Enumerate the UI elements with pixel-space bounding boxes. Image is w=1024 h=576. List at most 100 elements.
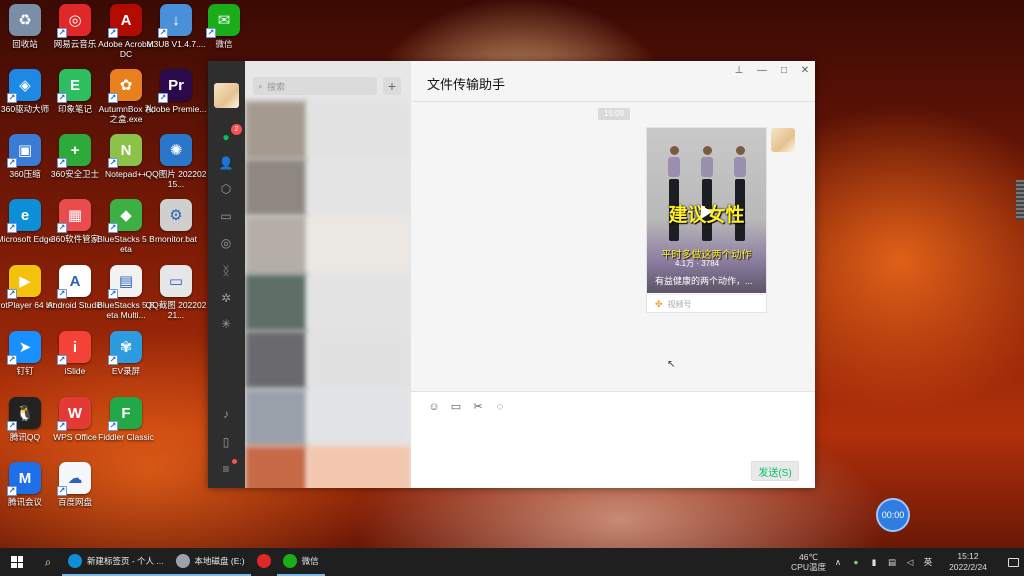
pin-icon[interactable]: ⊥ [732, 64, 746, 78]
shortcut-arrow-icon: ↗ [57, 355, 67, 365]
shortcut-arrow-icon: ↗ [7, 421, 17, 431]
taskbar-app-label: 微信 [301, 556, 319, 566]
netease-taskbar-icon [256, 554, 271, 568]
potplayer-icon: ▶ ↗ [7, 265, 41, 299]
taskbar-app[interactable]: 微信 [276, 548, 325, 576]
shortcut-arrow-icon: ↗ [57, 158, 67, 168]
chat-list [245, 101, 411, 488]
taskbar-app[interactable]: 新建标签页 - 个人 ... [62, 548, 170, 576]
video-source-bar: ✤ 视频号 [647, 294, 766, 313]
send-button[interactable]: 发送(S) [751, 461, 799, 481]
shortcut-arrow-icon: ↗ [108, 421, 118, 431]
play-icon[interactable] [701, 205, 712, 219]
search-icon: ⌕ [258, 80, 264, 91]
emoji-icon[interactable]: ☺ [427, 400, 441, 414]
shortcut-arrow-icon: ↗ [108, 223, 118, 233]
moments-nav-icon[interactable]: ◎ [218, 235, 234, 251]
cpu-temperature[interactable]: 46℃ CPU温度 [791, 552, 826, 572]
chat-title: 文件传输助手 [427, 77, 506, 92]
desktop-icon[interactable]: F ↗ Fiddler Classic [95, 397, 157, 459]
chat-panel: 文件传输助手 ⊥ — □ ✕ 15:09 建议女性 平时多做这两个动作 4.1万… [411, 61, 815, 488]
cpu-temp-value: 46℃ [799, 552, 819, 562]
chat-list-item[interactable] [245, 101, 411, 159]
notification-center-icon[interactable] [1002, 548, 1024, 576]
taskbar-apps: 新建标签页 - 个人 ... 本地磁盘 (E:) 微信 [62, 548, 325, 576]
minimize-button[interactable]: — [755, 64, 769, 78]
recording-timer[interactable]: 00:00 [876, 498, 910, 532]
channels-nav-icon[interactable]: ᛝ [218, 263, 234, 279]
ime-mode[interactable]: 英 [922, 556, 934, 568]
self-avatar[interactable] [771, 128, 795, 152]
favorites-nav-icon[interactable]: ⬡ [218, 181, 234, 197]
menu-nav-icon[interactable]: ≡ [218, 459, 237, 477]
tray-app-icon[interactable]: ● [850, 557, 862, 567]
close-button[interactable]: ✕ [798, 64, 812, 78]
desktop-icon[interactable]: Pr ↗ Adobe Premie... [145, 69, 207, 131]
shortcut-arrow-icon: ↗ [7, 355, 17, 365]
channels-video-message[interactable]: 建议女性 平时多做这两个动作 4.1万 · 3784 有益健康的两个动作，...… [646, 127, 767, 313]
notepadpp-icon: N ↗ [108, 134, 142, 168]
volume-icon[interactable]: ◁ [904, 557, 916, 568]
folder-icon[interactable]: ▭ [449, 400, 463, 414]
taskbar-search-icon[interactable]: ⌕ [34, 548, 62, 576]
message-input-area[interactable]: ☺ ▭ ✂ ◌ 发送(S) [411, 391, 815, 488]
clock-time: 15:12 [957, 551, 979, 561]
start-button[interactable] [0, 548, 34, 576]
microphone-icon[interactable]: ▮ [868, 557, 880, 568]
shortcut-arrow-icon: ↗ [7, 223, 17, 233]
desktop-icon[interactable]: ☁ ↗ 百度网盘 [44, 462, 106, 524]
taskbar-clock[interactable]: 15:12 2022/2/24 [940, 551, 996, 573]
search-box[interactable]: ⌕ 搜索 [253, 77, 377, 95]
wechat-nav-bar: ● 2 👤 ⬡ ▭ ◎ ᛝ ✲ ✳ ♪ ▯ ≡ [208, 61, 245, 488]
desktop-icon-label: 百度网盘 [57, 497, 92, 507]
chat-list-panel: ⌕ 搜索 + [245, 61, 411, 488]
chat-history-icon[interactable]: ◌ [493, 400, 507, 414]
chat-nav-icon[interactable]: ● 2 [218, 124, 242, 145]
system-tray: 46℃ CPU温度 ∧ ● ▮ ▤ ◁ 英 15:12 2022/2/24 [791, 548, 1024, 576]
tray-overflow-icon[interactable]: ∧ [832, 557, 844, 568]
chat-list-item[interactable] [245, 388, 411, 446]
taskbar-app[interactable]: 本地磁盘 (E:) [169, 548, 251, 576]
screenshot-scissors-icon[interactable]: ✂ [471, 400, 485, 414]
dingtalk-icon: ➤ ↗ [7, 331, 41, 365]
chat-list-item[interactable] [245, 446, 411, 488]
edge-icon: e ↗ [7, 199, 41, 233]
desktop-icon[interactable]: ✾ ↗ EV录屏 [95, 331, 157, 393]
search-nav-icon[interactable]: ✲ [218, 290, 234, 306]
shortcut-arrow-icon: ↗ [108, 289, 118, 299]
menu-dot [232, 459, 237, 464]
contacts-nav-icon[interactable]: 👤 [218, 155, 234, 171]
add-chat-button[interactable]: + [383, 77, 401, 95]
shortcut-arrow-icon: ↗ [7, 93, 17, 103]
files-nav-icon[interactable]: ▭ [218, 208, 234, 224]
desktop-icon[interactable]: ✉ ↗ 微信 [193, 4, 255, 66]
desktop-icon[interactable]: ▭ QQ截图 20220221... [145, 265, 207, 327]
clock-date: 2022/2/24 [949, 562, 987, 572]
shortcut-arrow-icon: ↗ [158, 93, 168, 103]
chat-list-item[interactable] [245, 273, 411, 331]
desktop-icon-label: EV录屏 [111, 366, 141, 376]
music-nav-icon[interactable]: ♪ [218, 406, 234, 422]
desktop-icon[interactable]: ✺ QQ图片 20220215... [145, 134, 207, 196]
side-drag-handle[interactable] [1016, 180, 1024, 220]
phone-nav-icon[interactable]: ▯ [218, 434, 234, 450]
acrobat-icon: A ↗ [108, 4, 142, 38]
maximize-button[interactable]: □ [777, 64, 791, 78]
chat-list-item[interactable] [245, 216, 411, 274]
qq-image-icon: ✺ [160, 134, 192, 166]
compress-icon: ▣ ↗ [7, 134, 41, 168]
network-icon[interactable]: ▤ [886, 557, 898, 568]
chat-list-item[interactable] [245, 158, 411, 216]
autumnbox-icon: ✿ ↗ [108, 69, 142, 103]
taskbar-app[interactable] [251, 548, 277, 576]
baidu-netdisk-icon: ☁ ↗ [57, 462, 91, 496]
desktop-icon[interactable]: ⚙ monitor.bat [145, 199, 207, 261]
message-time: 15:09 [598, 108, 631, 120]
shortcut-arrow-icon: ↗ [108, 158, 118, 168]
local-disk-icon [175, 554, 190, 568]
mini-program-nav-icon[interactable]: ✳ [218, 316, 234, 332]
user-avatar[interactable] [214, 83, 239, 108]
cpu-temp-label: CPU温度 [791, 562, 826, 572]
islide-icon: i ↗ [57, 331, 91, 365]
chat-list-item[interactable] [245, 331, 411, 389]
